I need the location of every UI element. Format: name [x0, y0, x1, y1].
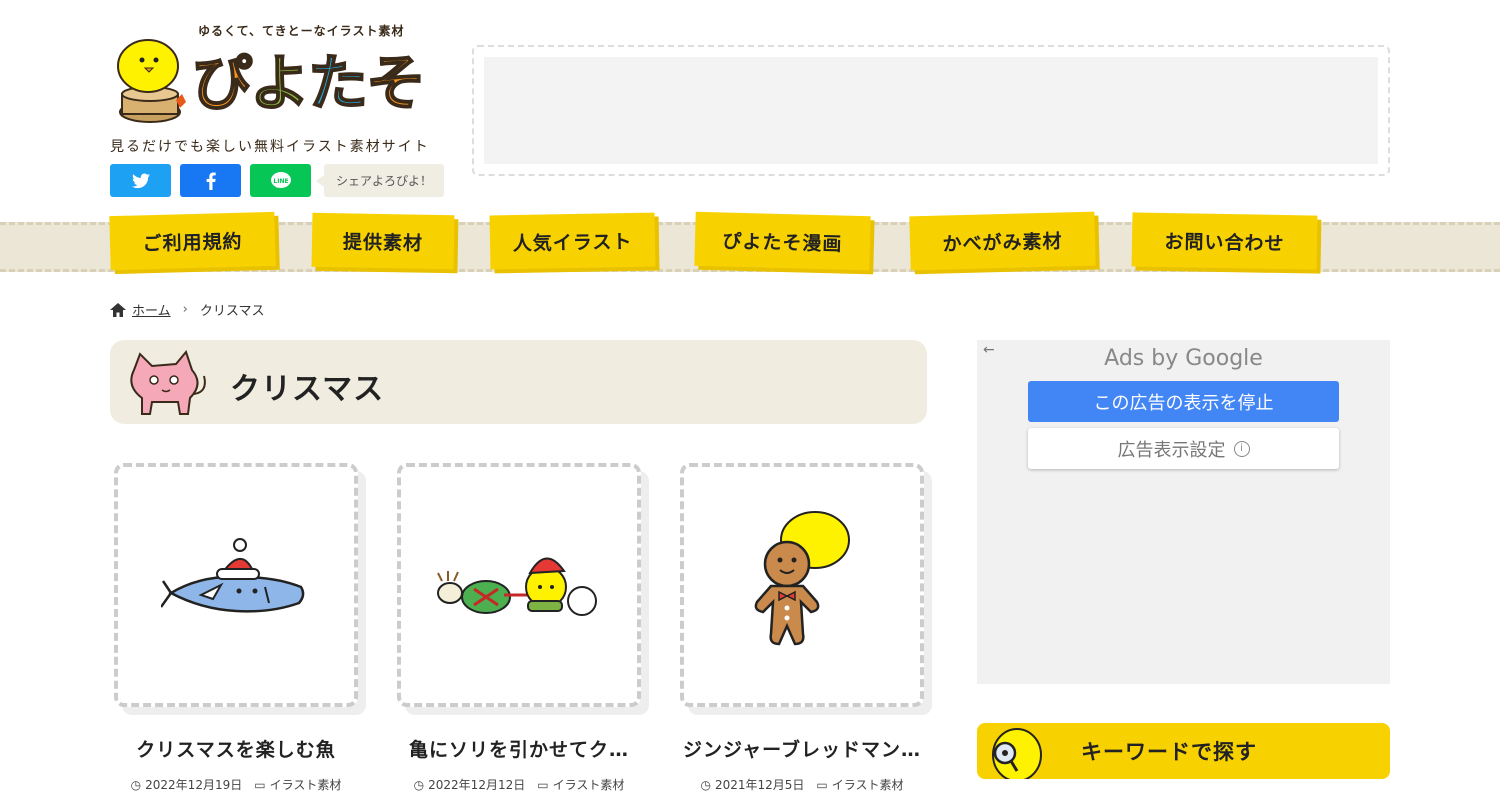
- clock-icon: ◷: [413, 778, 425, 792]
- post-date-text: 2021年12月5日: [714, 778, 805, 792]
- top-ad-banner[interactable]: [472, 45, 1390, 176]
- logo-mascot-icon: [117, 39, 186, 123]
- post-title[interactable]: 亀にソリを引かせてク…: [397, 735, 641, 762]
- top-ad-placeholder: [484, 57, 1378, 164]
- post-meta: ◷ 2022年12月12日 ▭ イラスト素材: [397, 776, 641, 793]
- breadcrumb: ホーム › クリスマス: [110, 300, 264, 319]
- line-share-button[interactable]: LINE: [250, 164, 311, 197]
- line-icon: LINE: [270, 171, 291, 188]
- post-meta: ◷ 2021年12月5日 ▭ イラスト素材: [680, 776, 924, 793]
- ad-settings-label: 広告表示設定: [1117, 439, 1226, 461]
- folder-icon: ▭: [537, 778, 549, 792]
- share-caption: シェアよろぴよ！: [315, 164, 445, 197]
- share-buttons: LINE シェアよろぴよ！: [110, 164, 445, 197]
- post-date: ◷ 2022年12月19日: [131, 776, 243, 793]
- post-category-text: イラスト素材: [552, 778, 625, 792]
- gingerbread-man-illustration: [754, 511, 850, 646]
- post-date: ◷ 2021年12月5日: [700, 776, 804, 793]
- keyword-search-label: キーワードで探す: [1081, 740, 1257, 764]
- post-thumbnail[interactable]: [114, 463, 358, 707]
- category-title: クリスマス: [230, 372, 385, 407]
- keyword-search-widget[interactable]: キーワードで探す: [977, 723, 1390, 779]
- nav-item-popular[interactable]: 人気イラスト: [489, 212, 656, 270]
- ads-by-google-label: Ads by Google: [977, 346, 1390, 371]
- post-title[interactable]: ジンジャーブレッドマン…: [680, 735, 924, 762]
- site-description: 見るだけでも楽しい無料イラスト素材サイト: [110, 139, 430, 155]
- post-category[interactable]: ▭ イラスト素材: [816, 776, 903, 793]
- nav-item-materials[interactable]: 提供素材: [311, 212, 455, 270]
- ad-settings-button[interactable]: 広告表示設定 i: [1028, 428, 1339, 469]
- home-icon: [110, 302, 126, 317]
- google-text: Google: [1185, 346, 1263, 371]
- post-card[interactable]: ジンジャーブレッドマン… ◷ 2021年12月5日 ▭ イラスト素材: [680, 463, 930, 793]
- post-category[interactable]: ▭ イラスト素材: [254, 776, 341, 793]
- pink-cat-icon: [130, 350, 206, 415]
- post-title[interactable]: クリスマスを楽しむ魚: [114, 735, 358, 762]
- twitter-share-button[interactable]: [110, 164, 171, 197]
- stop-ad-button[interactable]: この広告の表示を停止: [1028, 381, 1339, 422]
- post-meta: ◷ 2022年12月19日 ▭ イラスト素材: [114, 776, 358, 793]
- site-logo-area[interactable]: ゆるくて、てきとーなイラスト素材 ぴよたそ 見るだけでも楽しい無料イラスト素材サ…: [110, 22, 450, 202]
- sidebar-ad: ← Ads by Google この広告の表示を停止 広告表示設定 i: [977, 340, 1390, 684]
- breadcrumb-current: クリスマス: [199, 304, 265, 319]
- christmas-fish-illustration: [161, 538, 305, 613]
- logo-char-1: ぴ: [191, 48, 253, 120]
- magnifier-chick-icon: [992, 728, 1042, 779]
- post-category[interactable]: ▭ イラスト素材: [537, 776, 624, 793]
- clock-icon: ◷: [700, 778, 711, 792]
- chevron-right-icon: ›: [182, 302, 188, 317]
- logo-char-3: た: [307, 48, 369, 120]
- folder-icon: ▭: [816, 778, 828, 792]
- tagline-top: ゆるくて、てきとーなイラスト素材: [198, 24, 405, 38]
- breadcrumb-home-link[interactable]: ホーム: [132, 300, 171, 319]
- post-card[interactable]: クリスマスを楽しむ魚 ◷ 2022年12月19日 ▭ イラスト素材: [114, 463, 364, 793]
- post-category-text: イラスト素材: [269, 778, 342, 792]
- post-thumbnail[interactable]: [397, 463, 641, 707]
- folder-icon: ▭: [254, 778, 266, 792]
- post-category-text: イラスト素材: [831, 778, 904, 792]
- facebook-icon: [206, 172, 216, 190]
- nav-item-wallpaper[interactable]: かべがみ素材: [909, 211, 1096, 271]
- post-date-text: 2022年12月12日: [428, 778, 526, 792]
- info-icon: i: [1233, 440, 1250, 457]
- svg-text:LINE: LINE: [273, 178, 288, 185]
- post-card[interactable]: 亀にソリを引かせてク… ◷ 2022年12月12日 ▭ イラスト素材: [397, 463, 647, 793]
- twitter-icon: [131, 173, 150, 188]
- logo-wordmark: ぴよたそ: [191, 44, 427, 124]
- post-thumbnail[interactable]: [680, 463, 924, 707]
- turtle-sled-illustration: [437, 557, 597, 616]
- facebook-share-button[interactable]: [180, 164, 241, 197]
- nav-item-contact[interactable]: お問い合わせ: [1131, 212, 1318, 270]
- logo-char-4: そ: [365, 48, 427, 120]
- clock-icon: ◷: [130, 778, 142, 792]
- nav-item-terms[interactable]: ご利用規約: [109, 211, 276, 271]
- post-date-text: 2022年12月19日: [145, 778, 243, 792]
- post-date: ◷ 2022年12月12日: [414, 776, 526, 793]
- nav-item-manga[interactable]: ぴよたそ漫画: [694, 211, 871, 271]
- logo-char-2: よ: [249, 48, 311, 120]
- category-header: クリスマス: [110, 340, 927, 424]
- ads-by-text: Ads by: [1104, 346, 1186, 371]
